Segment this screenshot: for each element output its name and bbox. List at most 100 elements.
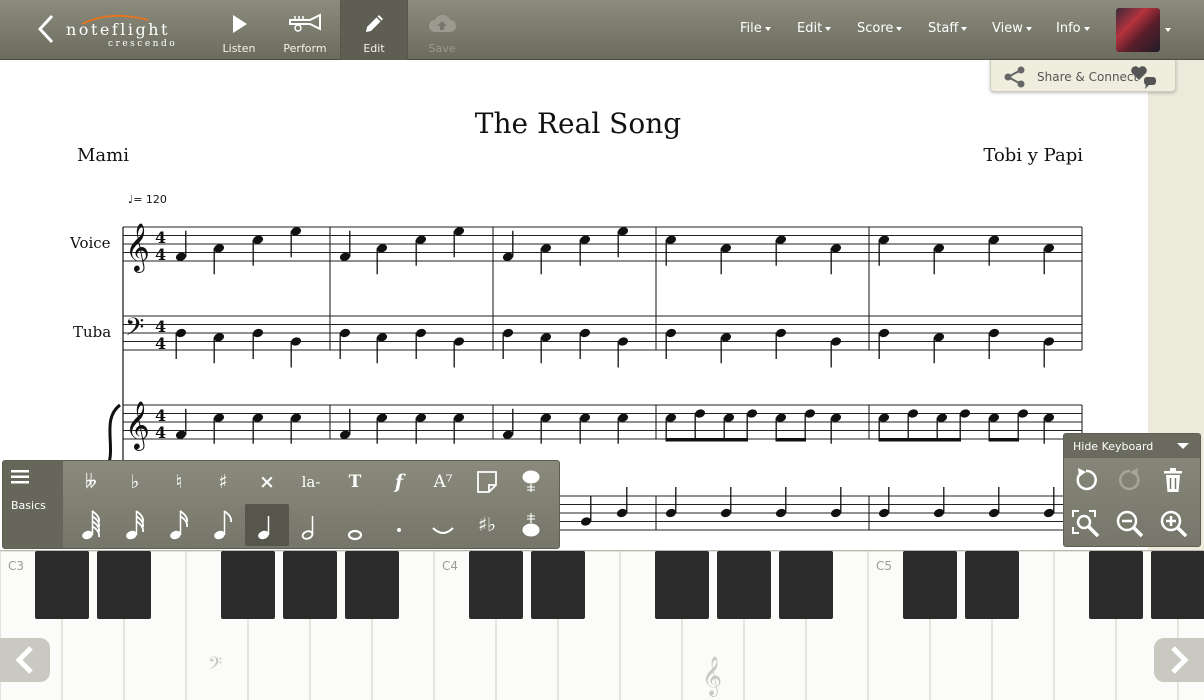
flat-button[interactable]: ♭ <box>113 461 157 503</box>
treble-clef-icon: 𝄞 <box>125 222 150 273</box>
double-flat-button[interactable]: 𝄫 <box>69 461 113 503</box>
sixty-fourth-note-button[interactable] <box>69 504 113 546</box>
keyboard-panel: Hide Keyboard <box>1063 433 1201 547</box>
chevron-left-icon <box>15 646 33 674</box>
quarter-note <box>878 487 890 518</box>
double-sharp-icon: × <box>259 471 275 493</box>
bass-clef-hint-icon: 𝄢 <box>208 654 222 679</box>
black-key <box>965 551 1019 619</box>
quarter-note <box>665 487 677 518</box>
quarter-note <box>502 328 514 359</box>
quarter-note <box>933 333 945 364</box>
black-key <box>469 551 523 619</box>
quarter-note <box>775 328 787 359</box>
redo-button[interactable] <box>1112 462 1148 498</box>
redo-icon <box>1119 468 1140 491</box>
zoom-fit-icon <box>1072 510 1100 538</box>
thirty-second-note-button[interactable] <box>113 504 157 546</box>
dynamics-icon: f <box>394 471 404 493</box>
quarter-note <box>540 333 552 364</box>
black-key <box>717 551 771 619</box>
black-key <box>1151 551 1204 619</box>
dot-icon <box>397 528 401 532</box>
double-sharp-button[interactable]: × <box>245 461 289 503</box>
share-connect-button[interactable]: Share & Connect <box>990 60 1176 92</box>
dynamics-button[interactable]: f <box>377 461 421 503</box>
palette-tab-label: Basics <box>11 499 46 512</box>
time-signature-bottom: 4 <box>155 423 166 442</box>
quarter-note <box>453 337 465 368</box>
black-key <box>1089 551 1143 619</box>
staff-label-tuba[interactable]: Tuba <box>73 323 111 341</box>
delete-button[interactable] <box>1155 462 1191 498</box>
grace-note-down-button[interactable] <box>509 504 553 546</box>
caret-down-icon <box>1177 443 1189 449</box>
undo-button[interactable] <box>1068 462 1104 498</box>
zoom-out-button[interactable] <box>1112 506 1148 542</box>
quarter-note <box>933 244 945 275</box>
time-signature-bottom: 4 <box>155 245 166 264</box>
beamed-eighth-notes <box>878 409 971 442</box>
tie-button[interactable] <box>421 504 465 546</box>
staff-1 <box>123 315 1082 351</box>
staff-label-voice[interactable]: Voice <box>70 234 111 252</box>
undo-icon <box>1076 468 1097 491</box>
black-key <box>531 551 585 619</box>
quarter-note <box>665 328 677 359</box>
piano-keys: 𝄢 𝄞 <box>0 550 1204 700</box>
bass-clef-icon: 𝄢 <box>125 313 144 348</box>
natural-button[interactable]: ♮ <box>157 461 201 503</box>
quarter-note <box>988 328 1000 359</box>
grace-note-up-button[interactable] <box>509 461 553 503</box>
score-lyricist[interactable]: Mami <box>77 145 129 166</box>
piano-scroll-right-button[interactable] <box>1154 638 1204 682</box>
chord-symbol-button[interactable]: A⁷ <box>421 461 465 503</box>
dot-button[interactable] <box>377 504 421 546</box>
sticky-note-button[interactable] <box>465 461 509 503</box>
zoom-fit-button[interactable] <box>1068 506 1104 542</box>
chord-symbol-icon: A⁷ <box>433 472 453 492</box>
score-title[interactable]: The Real Song <box>378 107 778 140</box>
treble-clef-icon: 𝄞 <box>125 400 150 451</box>
sixteenth-note-button[interactable] <box>157 504 201 546</box>
grace-note-up-icon <box>522 470 540 492</box>
quarter-note <box>720 244 732 275</box>
menu-icon <box>11 470 29 484</box>
half-note-button[interactable] <box>289 504 333 546</box>
enharmonic-button[interactable]: ♯♭ <box>465 504 509 546</box>
piano-scroll-left-button[interactable] <box>0 638 50 682</box>
zoom-out-icon <box>1116 510 1144 538</box>
black-key <box>903 551 957 619</box>
score-composer[interactable]: Tobi y Papi <box>920 145 1083 166</box>
enharmonic-icon: ♯♭ <box>477 514 497 536</box>
zoom-in-button[interactable] <box>1156 506 1192 542</box>
quarter-note-button[interactable] <box>245 504 289 546</box>
quarter-note <box>213 333 225 364</box>
tempo-value: = 120 <box>133 193 167 206</box>
share-icon <box>1004 66 1025 88</box>
trash-icon <box>1164 468 1182 492</box>
text-button[interactable]: T <box>333 461 377 503</box>
quarter-note <box>213 244 225 275</box>
sharp-button[interactable]: ♯ <box>201 461 245 503</box>
octave-label-c3: C3 <box>8 559 25 573</box>
hide-keyboard-button[interactable]: Hide Keyboard <box>1064 434 1200 458</box>
quarter-note <box>540 244 552 275</box>
quarter-note <box>339 328 351 359</box>
double-flat-icon: 𝄫 <box>85 471 97 493</box>
thirty-second-note-icon <box>126 510 145 540</box>
sticky-note-icon <box>477 471 497 493</box>
flat-icon: ♭ <box>130 471 140 493</box>
eighth-note-button[interactable] <box>201 504 245 546</box>
lyrics-button[interactable]: la- <box>289 461 333 503</box>
quarter-note <box>1043 487 1055 518</box>
quarter-note <box>933 487 945 518</box>
whole-note-button[interactable] <box>333 504 377 546</box>
quarter-note <box>988 487 1000 518</box>
share-connect-label: Share & Connect <box>1037 70 1139 84</box>
beamed-eighth-notes <box>988 409 1029 442</box>
quarter-note <box>878 328 890 359</box>
palette-basics-tab[interactable]: Basics <box>3 461 63 548</box>
tempo-marking[interactable]: ♩= 120 <box>128 193 167 206</box>
quarter-note <box>1043 244 1055 275</box>
